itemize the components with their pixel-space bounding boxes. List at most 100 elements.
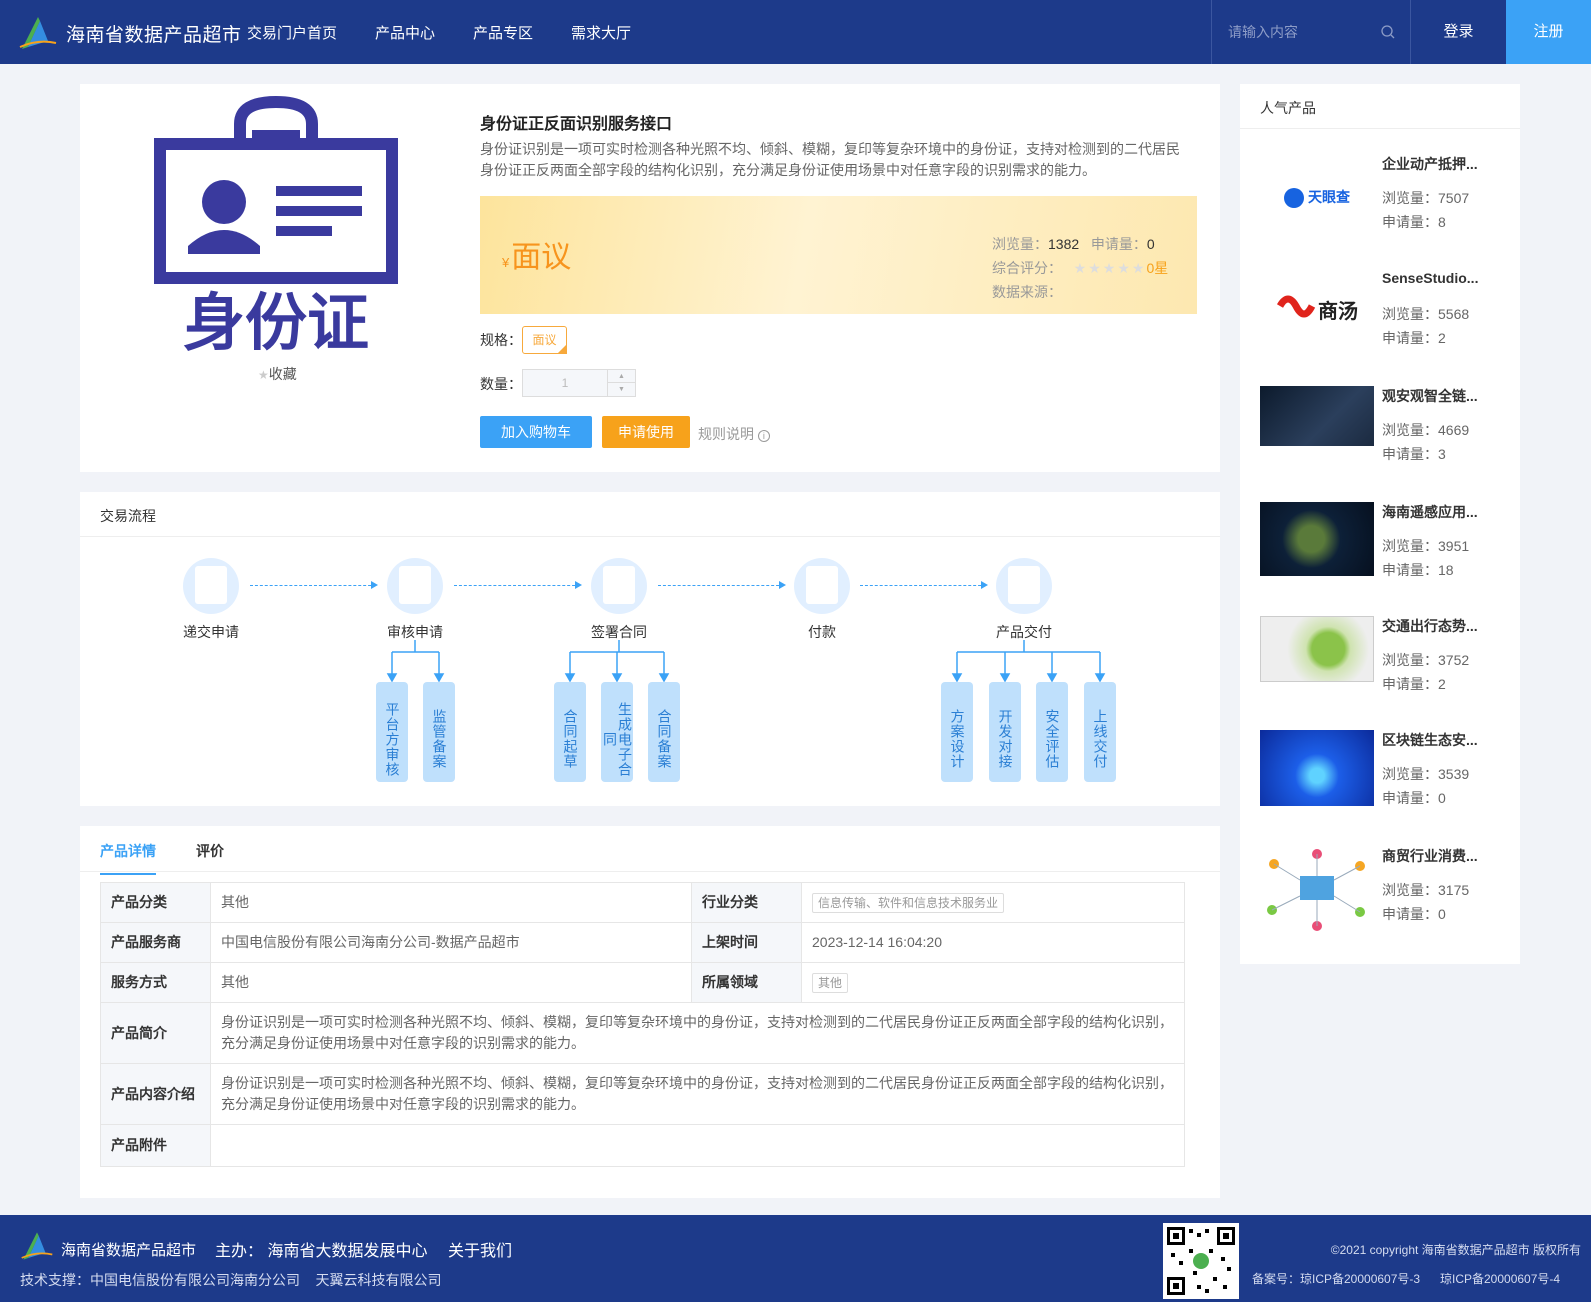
popular-item[interactable]: 商贸行业消费... 浏览量：3175 申请量：0: [1260, 846, 1510, 946]
popular-item-name: 商贸行业消费...: [1382, 848, 1478, 864]
footer-tech-support: 技术支撑：中国电信股份有限公司海南分公司 天翼云科技有限公司: [20, 1272, 442, 1288]
table-row: 产品服务商 中国电信股份有限公司海南分公司-数据产品超市 上架时间 2023-1…: [100, 922, 1185, 963]
sub-step-solution-design: 方案设计: [941, 682, 973, 782]
sub-step-regulatory-filing: 监管备案: [423, 682, 455, 782]
about-link[interactable]: 关于我们: [448, 1237, 512, 1261]
nav-zone[interactable]: 产品专区: [473, 22, 533, 43]
quantity-up-icon[interactable]: ▲: [607, 370, 635, 383]
step-contract: 签署合同: [569, 558, 669, 642]
popular-item[interactable]: 商汤 SenseStudio... 浏览量：5568 申请量：2: [1260, 270, 1510, 370]
spec-option[interactable]: 面议: [522, 326, 567, 354]
login-button[interactable]: 登录: [1411, 0, 1506, 64]
popular-item[interactable]: 区块链生态安... 浏览量：3539 申请量：0: [1260, 730, 1510, 830]
copyright: ©2021 copyright 海南省数据产品超市 版权所有: [1330, 1243, 1581, 1257]
sub-step-contract-filing: 合同备案: [648, 682, 680, 782]
popular-item-views: 浏览量：7507: [1382, 190, 1470, 206]
divider: [80, 536, 1220, 537]
product-title: 身份证正反面识别服务接口: [480, 116, 673, 133]
deliver-icon: [996, 558, 1052, 614]
nav-home[interactable]: 交易门户首页: [247, 22, 337, 43]
top-header: 海南省数据产品超市 交易门户首页 产品中心 产品专区 需求大厅 登录 注册: [0, 0, 1591, 64]
add-to-cart-button[interactable]: 加入购物车: [480, 416, 592, 448]
quantity-down-icon[interactable]: ▼: [607, 383, 635, 396]
nav-products[interactable]: 产品中心: [375, 22, 435, 43]
tab-reviews[interactable]: 评价: [196, 841, 224, 861]
site-brand[interactable]: 海南省数据产品超市: [66, 20, 242, 47]
applies-label: 申请量：: [1090, 236, 1147, 252]
price-value: 面议: [511, 241, 572, 274]
icp-record-1[interactable]: 备案号：琼ICP备20000607号-3: [1252, 1270, 1420, 1287]
currency-symbol: ¥: [502, 255, 510, 270]
step-label: 审核申请: [387, 624, 443, 640]
info-icon: i: [757, 430, 770, 442]
attachment-value: [210, 1124, 1185, 1167]
selected-corner-icon: [557, 344, 567, 354]
popular-item-name: 区块链生态安...: [1382, 732, 1478, 748]
popular-item-views: 浏览量：3752: [1382, 652, 1470, 668]
popular-item-thumbnail: [1260, 616, 1374, 682]
apply-button[interactable]: 申请使用: [602, 416, 690, 448]
sub-step-dev-integration: 开发对接: [989, 682, 1021, 782]
flow-arrow-icon: [658, 581, 786, 589]
sub-step-security-assessment: 安全评估: [1036, 682, 1068, 782]
table-row: 服务方式 其他 所属领域 其他: [100, 962, 1185, 1003]
step-payment: 付款: [772, 558, 872, 642]
step-deliver: 产品交付: [974, 558, 1074, 642]
popular-item-applies: 申请量：8: [1382, 214, 1446, 230]
popular-item[interactable]: 交通出行态势... 浏览量：3752 申请量：2: [1260, 616, 1510, 716]
sign-contract-icon: [591, 558, 647, 614]
favorite-button[interactable]: ★收藏: [258, 364, 297, 384]
popular-item[interactable]: 海南遥感应用... 浏览量：3951 申请量：18: [1260, 502, 1510, 602]
popular-item-name: 企业动产抵押...: [1382, 156, 1478, 172]
rules-link[interactable]: 规则说明 i: [698, 424, 770, 444]
table-row: 产品附件: [100, 1124, 1185, 1167]
rating-stars-icon: ★★★★★: [1073, 260, 1147, 276]
id-card-product-image: 身份证: [154, 96, 398, 356]
site-logo-icon[interactable]: [18, 13, 58, 53]
sub-step-go-live: 上线交付: [1084, 682, 1116, 782]
domain-tag: 其他: [812, 973, 849, 993]
popular-item-applies: 申请量：0: [1382, 906, 1446, 922]
content-key: 产品内容介绍: [100, 1063, 211, 1125]
product-details-card: 产品详情 评价 产品分类 其他 行业分类 信息传输、软件和信息技术服务业 产品服…: [80, 826, 1220, 1198]
applies-value: 0: [1146, 236, 1155, 252]
popular-item-name: 观安观智全链...: [1382, 388, 1478, 404]
site-footer: 海南省数据产品超市 主办： 海南省大数据发展中心 关于我们 技术支撑：中国电信股…: [0, 1215, 1591, 1302]
search-input[interactable]: [1228, 22, 1368, 42]
popular-item-applies: 申请量：3: [1382, 446, 1446, 462]
search-icon[interactable]: [1380, 24, 1396, 40]
sub-step-platform-review: 平台方审核: [376, 682, 408, 782]
image-caption: 身份证: [183, 286, 369, 356]
divider: [1240, 128, 1520, 129]
qr-code-icon: [1163, 1223, 1239, 1299]
tab-details[interactable]: 产品详情: [100, 841, 156, 875]
source-label: 数据来源：: [992, 284, 1062, 300]
icp-record-2[interactable]: 琼ICP备20000607号-4: [1440, 1270, 1560, 1287]
nav-demand[interactable]: 需求大厅: [571, 22, 631, 43]
sensetime-logo-icon: 商汤: [1260, 270, 1374, 358]
listed-time-key: 上架时间: [691, 922, 802, 963]
quantity-stepper: ▲ ▼: [522, 369, 636, 397]
product-description: 身份证识别是一项可实时检测各种光照不均、倾斜、模糊，复印等复杂环境中的身份证，支…: [480, 141, 1180, 178]
popular-item[interactable]: 观安观智全链... 浏览量：4669 申请量：3: [1260, 386, 1510, 486]
register-button[interactable]: 注册: [1506, 0, 1591, 64]
product-card: 身份证 ★收藏 身份证正反面识别服务接口 身份证识别是一项可实时检测各种光照不均…: [80, 84, 1220, 472]
popular-item[interactable]: 天眼查 企业动产抵押... 浏览量：7507 申请量：8: [1260, 154, 1510, 254]
intro-value: 身份证识别是一项可实时检测各种光照不均、倾斜、模糊，复印等复杂环境中的身份证，支…: [210, 1002, 1185, 1064]
popular-item-thumbnail: [1260, 502, 1374, 576]
star-icon: ★: [258, 368, 269, 382]
flow-arrow-icon: [454, 581, 582, 589]
footer-brand: 海南省数据产品超市: [61, 1242, 197, 1259]
content-value: 身份证识别是一项可实时检测各种光照不均、倾斜、模糊，复印等复杂环境中的身份证，支…: [210, 1063, 1185, 1125]
flow-arrow-icon: [860, 581, 988, 589]
domain-value: 其他: [801, 962, 1185, 1003]
popular-item-applies: 申请量：2: [1382, 330, 1446, 346]
step-review: 审核申请: [365, 558, 465, 642]
quantity-label: 数量：: [480, 376, 522, 392]
views-label: 浏览量：: [992, 236, 1048, 252]
industry-tag: 信息传输、软件和信息技术服务业: [812, 893, 1005, 913]
popular-title: 人气产品: [1260, 100, 1316, 116]
quantity-input[interactable]: [523, 370, 607, 396]
tianyancha-logo-icon: 天眼查: [1260, 154, 1374, 242]
sub-step-e-contract: 生成电子合同: [601, 682, 633, 782]
